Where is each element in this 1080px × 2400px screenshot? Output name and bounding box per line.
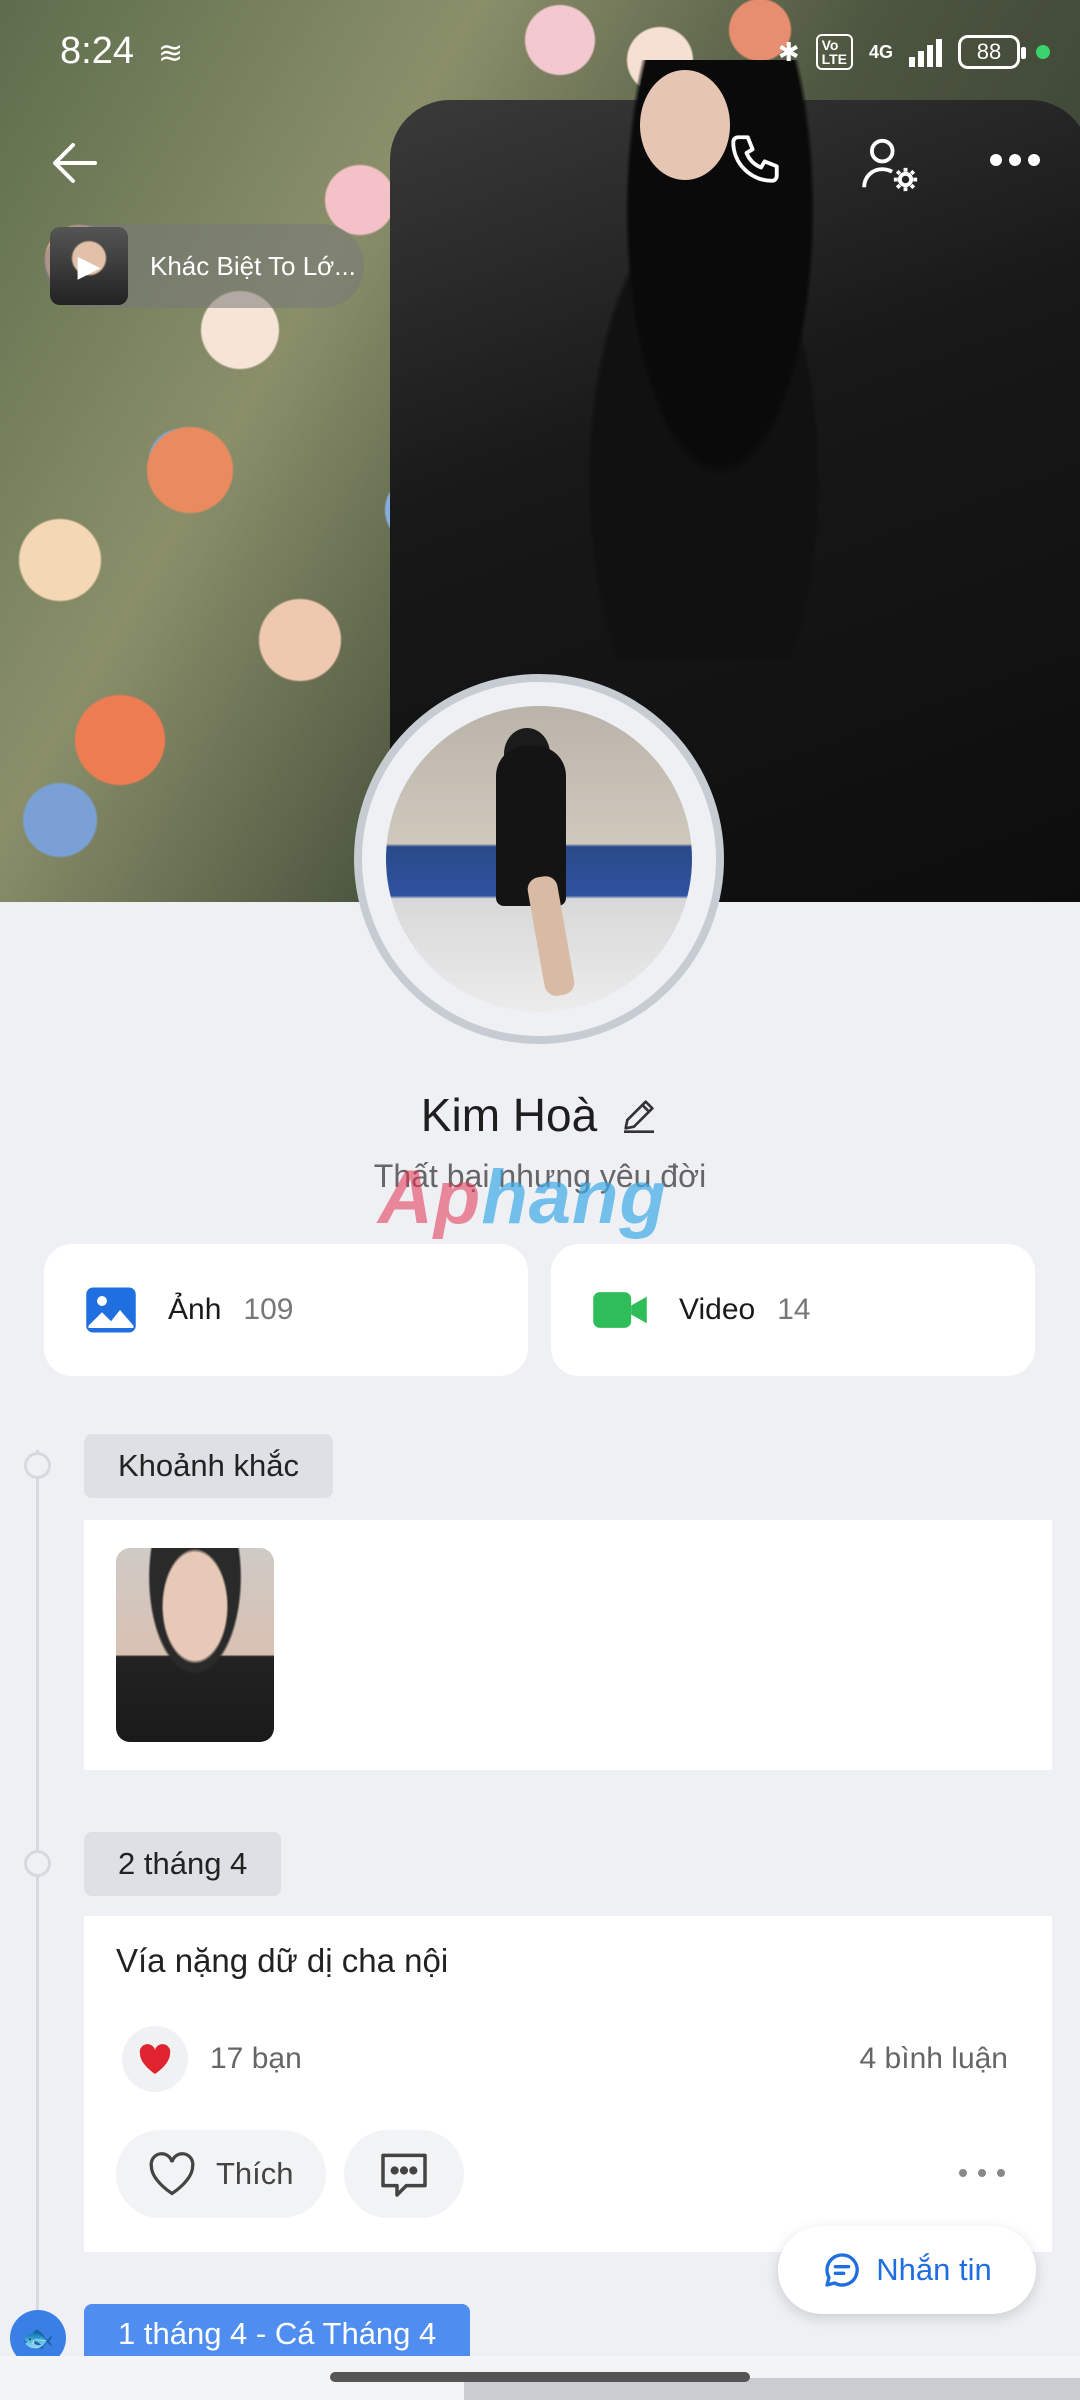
status-right: ✱ Vo LTE 4G 88 bbox=[778, 34, 1050, 70]
user-settings-icon bbox=[862, 138, 918, 192]
video-camera-icon bbox=[593, 1292, 647, 1328]
chat-bubble-icon bbox=[825, 2253, 860, 2287]
heart-outline-icon bbox=[149, 2152, 195, 2196]
volte-icon: Vo LTE bbox=[815, 34, 853, 70]
avatar[interactable] bbox=[354, 674, 724, 1044]
comments-count[interactable]: 4 bình luận bbox=[860, 2042, 1008, 2076]
profile-name-row: Kim Hoà bbox=[0, 1088, 1080, 1142]
heart-icon bbox=[139, 2044, 171, 2074]
network-type: 4G bbox=[868, 41, 893, 62]
profile-name: Kim Hoà bbox=[420, 1089, 598, 1141]
videos-button[interactable]: Video 14 bbox=[551, 1244, 1035, 1376]
message-button[interactable]: Nhắn tin bbox=[778, 2226, 1036, 2314]
moments-tag[interactable]: Khoảnh khắc bbox=[84, 1434, 333, 1498]
status-bar: 8:24 ≋ ✱ Vo LTE 4G 88 bbox=[0, 0, 1080, 104]
bluetooth-icon: ✱ bbox=[777, 36, 800, 67]
profile-settings-button[interactable] bbox=[850, 124, 930, 204]
pencil-icon[interactable] bbox=[619, 1095, 659, 1135]
photos-button[interactable]: Ảnh 109 bbox=[44, 1244, 528, 1376]
more-dots-icon bbox=[990, 154, 1040, 166]
avatar-image bbox=[386, 706, 692, 1012]
avatar-legs bbox=[525, 874, 577, 998]
reaction-count[interactable]: 17 bạn bbox=[210, 2042, 302, 2076]
home-indicator[interactable] bbox=[330, 2372, 750, 2382]
tiktok-lite-icon: ≋ bbox=[158, 37, 184, 70]
photos-count: 109 bbox=[243, 1293, 294, 1326]
watermark-part2: hang bbox=[481, 1155, 667, 1240]
timeline-dot bbox=[24, 1850, 51, 1877]
post-date-tag: 2 tháng 4 bbox=[84, 1832, 282, 1896]
privacy-dot-icon bbox=[1036, 45, 1050, 59]
moment-thumbnail[interactable] bbox=[116, 1548, 274, 1742]
post-more-button[interactable] bbox=[952, 2148, 1012, 2198]
image-icon bbox=[86, 1287, 136, 1333]
post-text[interactable]: Vía nặng dữ dị cha nội bbox=[116, 1942, 448, 1980]
more-options-button[interactable] bbox=[980, 130, 1050, 190]
videos-label: Video bbox=[679, 1293, 756, 1326]
next-date-tag: 1 tháng 4 - Cá Tháng 4 bbox=[84, 2304, 471, 2364]
post-card: Vía nặng dữ dị cha nội 17 bạn 4 bình luậ… bbox=[84, 1916, 1052, 2252]
reaction-bubble[interactable] bbox=[122, 2026, 188, 2092]
comment-button[interactable] bbox=[344, 2130, 464, 2218]
like-button[interactable]: Thích bbox=[116, 2130, 326, 2218]
back-button[interactable] bbox=[40, 128, 110, 198]
signal-icon bbox=[909, 37, 942, 67]
moments-card bbox=[84, 1520, 1052, 1770]
watermark-part1: Ap bbox=[378, 1155, 482, 1240]
arrow-left-icon bbox=[53, 143, 97, 183]
battery-icon: 88 bbox=[958, 35, 1026, 69]
like-label: Thích bbox=[216, 2156, 294, 2191]
call-button[interactable] bbox=[720, 124, 790, 194]
battery-level: 88 bbox=[976, 39, 1002, 64]
play-icon: ▶ bbox=[77, 249, 101, 283]
profile-music-chip[interactable]: ▶ Khác Biệt To Lớ... bbox=[44, 224, 364, 308]
message-label: Nhắn tin bbox=[876, 2252, 992, 2287]
phone-icon bbox=[731, 135, 779, 183]
videos-count: 14 bbox=[777, 1293, 811, 1326]
photos-label: Ảnh bbox=[168, 1293, 222, 1326]
watermark: Aphang bbox=[378, 1154, 667, 1241]
more-dots-icon bbox=[959, 2169, 1005, 2177]
timeline-dot bbox=[24, 1452, 51, 1479]
timeline-line bbox=[36, 1450, 39, 2350]
comment-icon bbox=[381, 2153, 427, 2197]
music-title: Khác Biệt To Lớ... bbox=[150, 250, 356, 281]
status-time: 8:24 bbox=[60, 30, 134, 72]
music-thumbnail: ▶ bbox=[50, 227, 128, 305]
